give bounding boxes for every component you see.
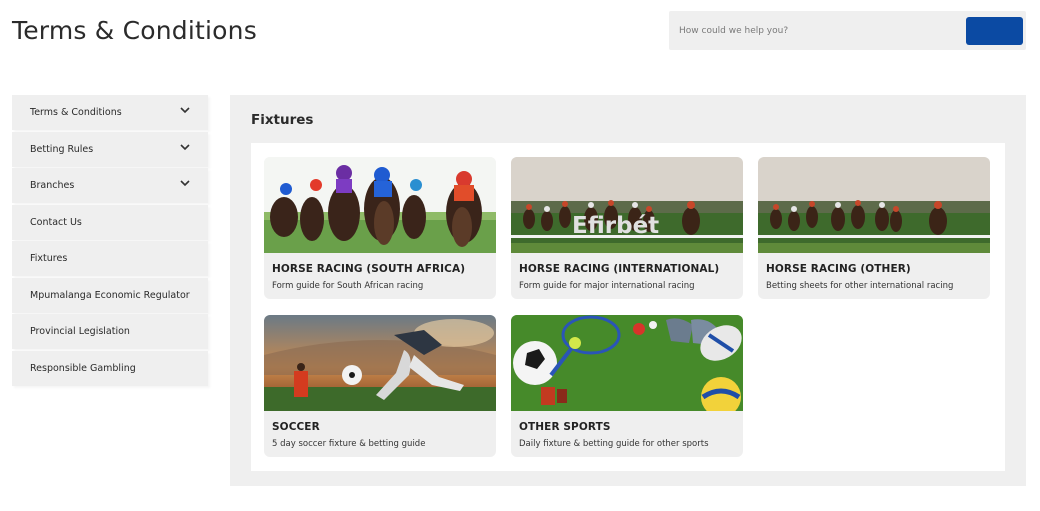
fixture-card-soccer[interactable]: SOCCER 5 day soccer fixture & betting gu… [264,315,496,457]
sidebar-item-responsible-gambling[interactable]: Responsible Gambling [12,350,208,386]
sidebar-item-contact-us[interactable]: Contact Us [12,204,208,240]
sidebar-item-label: Responsible Gambling [30,362,136,374]
search-box [669,11,1026,50]
sidebar-item-label: Terms & Conditions [30,107,122,118]
card-title: HORSE RACING (OTHER) [766,263,911,275]
sidebar-item-label: Branches [30,180,75,191]
fixture-card-horse-racing-south-africa[interactable]: HORSE RACING (SOUTH AFRICA) Form guide f… [264,157,496,299]
horse-racing-field-image [758,157,990,253]
sidebar-item-branches[interactable]: Branches [12,168,208,203]
search-button[interactable] [966,17,1023,45]
card-subtitle: Betting sheets for other international r… [766,281,954,291]
card-title: HORSE RACING (SOUTH AFRICA) [272,263,466,275]
fixtures-panel: Fixtures HORSE RACING (SOUTH AFRICA) For… [230,95,1026,486]
fixture-card-horse-racing-other[interactable]: HORSE RACING (OTHER) Betting sheets for … [758,157,990,299]
page-title: Terms & Conditions [12,16,257,45]
fixture-card-other-sports[interactable]: OTHER SPORTS Daily fixture & betting gui… [511,315,743,457]
card-title: HORSE RACING (INTERNATIONAL) [519,263,720,275]
sidebar-item-label: Betting Rules [30,143,94,155]
chevron-down-icon[interactable] [180,178,190,188]
sidebar: Terms & Conditions Betting Rules Branche… [12,95,208,387]
sidebar-item-label: Mpumalanga Economic Regulator [30,289,190,301]
watermark-logo: Efirbét [572,213,660,239]
card-title: SOCCER [272,421,320,433]
card-title: OTHER SPORTS [519,421,611,433]
sidebar-item-label: Provincial Legislation [30,326,130,337]
card-subtitle: 5 day soccer fixture & betting guide [272,439,426,449]
sidebar-item-fixtures[interactable]: Fixtures [12,241,208,276]
search-input[interactable] [669,11,959,50]
sidebar-item-provincial-legislation[interactable]: Provincial Legislation [12,314,208,349]
sidebar-item-label: Fixtures [30,253,68,264]
soccer-player-image [264,315,496,411]
sidebar-item-terms-conditions[interactable]: Terms & Conditions [12,95,208,130]
horse-racing-closeup-image [264,157,496,253]
fixtures-grid: HORSE RACING (SOUTH AFRICA) Form guide f… [251,143,1005,471]
sidebar-item-label: Contact Us [30,216,82,228]
card-subtitle: Form guide for South African racing [272,281,424,291]
chevron-down-icon[interactable] [180,105,190,115]
sidebar-item-mpumalanga-economic-regulator[interactable]: Mpumalanga Economic Regulator [12,277,208,313]
card-subtitle: Daily fixture & betting guide for other … [519,439,709,449]
card-subtitle: Form guide for major international racin… [519,281,695,291]
chevron-down-icon[interactable] [180,142,190,152]
sidebar-item-betting-rules[interactable]: Betting Rules [12,131,208,167]
sports-balls-image [511,315,743,411]
section-title: Fixtures [251,112,314,128]
